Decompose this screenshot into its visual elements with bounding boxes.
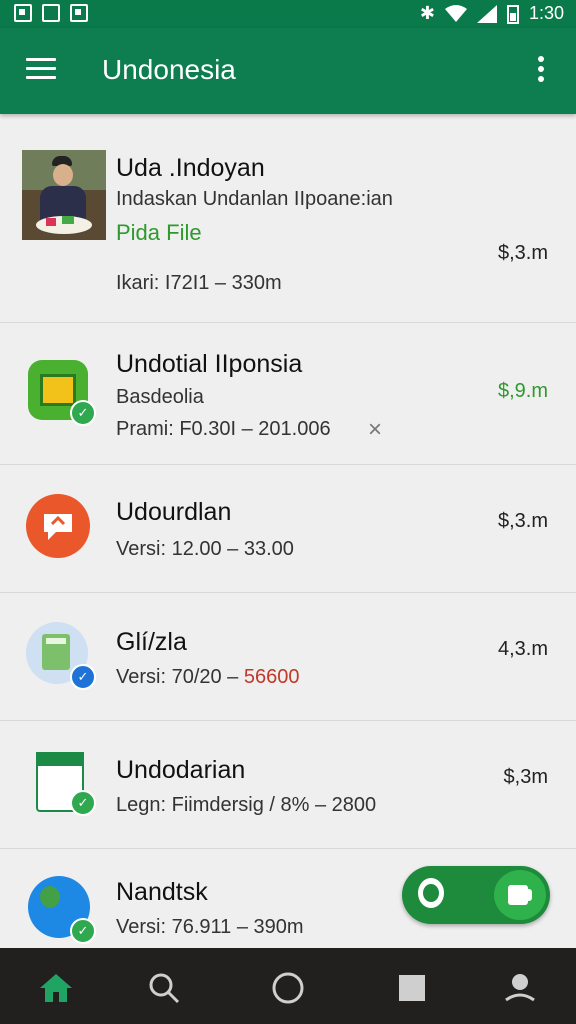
app-icon-green-square: ✓ xyxy=(26,358,96,426)
item-price: $,3m xyxy=(503,766,548,788)
item-price: $,3.m xyxy=(497,510,548,532)
signal-icon xyxy=(476,4,497,23)
item-price: $,9.m xyxy=(497,380,548,402)
check-badge-icon: ✓ xyxy=(70,664,96,690)
screenshot-icon xyxy=(70,4,88,22)
page-title: Undonesia xyxy=(102,54,236,85)
notification-icon xyxy=(42,4,60,22)
navigation-bar xyxy=(0,948,576,1024)
menu-icon[interactable] xyxy=(26,58,56,82)
item-subtitle: Indaskan Undanlan IIpoane:ian xyxy=(116,188,393,210)
check-badge-icon: ✓ xyxy=(70,918,96,944)
home-circle-icon[interactable] xyxy=(270,970,306,1006)
chat-icon xyxy=(508,885,528,905)
app-icon-window: ✓ xyxy=(26,748,96,816)
item-name: Nandtsk xyxy=(116,878,208,906)
dismiss-icon[interactable]: × xyxy=(368,416,382,444)
item-meta: Versi: 70/20 – 56600 xyxy=(116,666,300,689)
bluetooth-icon: ✱ xyxy=(419,3,435,23)
item-subtitle: Basdeolia xyxy=(116,386,204,408)
item-price: 4,3.m xyxy=(497,638,548,660)
more-options-icon[interactable] xyxy=(538,56,546,86)
item-meta-highlight: 56600 xyxy=(243,666,300,688)
list-item[interactable]: ✓ Glí/zla Versi: 70/20 – 56600 4,3.m xyxy=(0,592,576,721)
gallery-icon xyxy=(14,4,32,22)
floating-toggle[interactable] xyxy=(402,866,550,924)
app-icon-chat xyxy=(26,494,92,560)
recents-square-icon[interactable] xyxy=(394,970,430,1006)
wifi-icon xyxy=(444,4,467,22)
home-icon[interactable] xyxy=(38,970,74,1006)
app-bar: Undonesia xyxy=(0,28,576,114)
item-meta-text: Versi: 70/20 – xyxy=(116,666,244,688)
item-name: Undodarian xyxy=(116,756,246,784)
item-meta: Legn: Fiimdersig / 8% – 2800 xyxy=(116,794,377,816)
battery-icon xyxy=(506,4,519,24)
item-name: Udourdlan xyxy=(116,498,232,526)
record-icon[interactable] xyxy=(414,876,450,912)
list-item[interactable]: Udourdlan Versi: 12.00 – 33.00 $,3.m xyxy=(0,464,576,593)
list-item[interactable]: Uda .Indoyan Indaskan Undanlan IIpoane:i… xyxy=(0,114,576,323)
toggle-knob[interactable] xyxy=(494,870,546,920)
item-price: $,3.m xyxy=(497,242,548,264)
app-icon-calculator: ✓ xyxy=(26,622,96,690)
item-meta: Ikari: I72I1 – 330m xyxy=(116,272,282,294)
item-link[interactable]: Pida File xyxy=(116,220,202,246)
item-meta: Versi: 76.911 – 390m xyxy=(116,916,304,938)
item-meta: Prami: F0.30I – 201.006 xyxy=(116,418,331,440)
search-icon[interactable] xyxy=(146,970,182,1006)
clock: 1:30 xyxy=(528,3,564,23)
check-badge-icon: ✓ xyxy=(70,790,96,816)
person-icon[interactable] xyxy=(502,970,538,1006)
check-badge-icon: ✓ xyxy=(70,400,96,426)
list-item[interactable]: ✓ Undotial IIponsia Basdeolia Prami: F0.… xyxy=(0,322,576,465)
item-name: Glí/zla xyxy=(116,628,187,656)
status-bar: ✱ 1:30 xyxy=(0,0,576,28)
item-meta: Versi: 12.00 – 33.00 xyxy=(116,538,294,560)
thumbnail-image xyxy=(22,150,106,240)
item-name: Uda .Indoyan xyxy=(116,154,265,182)
list-item[interactable]: ✓ Undodarian Legn: Fiimdersig / 8% – 280… xyxy=(0,720,576,849)
app-icon-globe: ✓ xyxy=(26,876,96,944)
item-name: Undotial IIponsia xyxy=(116,350,303,378)
